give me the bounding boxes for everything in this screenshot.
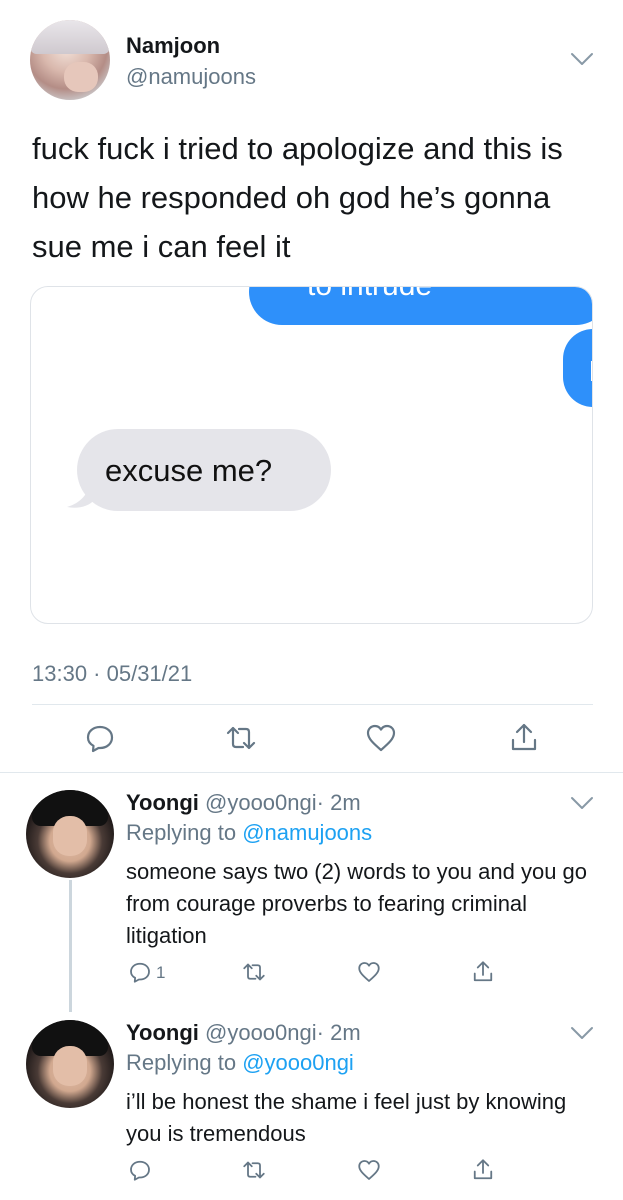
avatar[interactable] <box>26 790 114 878</box>
reply-handle-text: @yooo0ngi <box>205 790 317 815</box>
reply-author-name[interactable]: Yoongi <box>126 790 199 816</box>
reply-icon[interactable] <box>84 722 116 754</box>
divider <box>32 704 593 705</box>
avatar-hair <box>30 20 110 54</box>
chevron-down-icon[interactable] <box>570 50 594 68</box>
tweet-actions <box>0 722 623 762</box>
chevron-down-icon[interactable] <box>570 1024 594 1042</box>
reply-author-handle[interactable]: @yooo0ngi· 2m <box>205 1020 361 1046</box>
replying-to: Replying to @namujoons <box>126 820 372 846</box>
share-icon[interactable] <box>471 960 495 984</box>
reply-author-handle[interactable]: @yooo0ngi· 2m <box>205 790 361 816</box>
received-message-bubble: excuse me? <box>77 429 331 511</box>
reply-author-name[interactable]: Yoongi <box>126 1020 199 1046</box>
avatar[interactable] <box>30 20 110 100</box>
sent-message-text: to intrude <box>307 287 432 302</box>
reply-text: i’ll be honest the shame i feel just by … <box>126 1089 567 1146</box>
replying-to-label: Replying to <box>126 820 243 845</box>
replying-to-link[interactable]: @yooo0ngi <box>242 1050 354 1075</box>
replying-to-link[interactable]: @namujoons <box>242 820 372 845</box>
reply-handle-text: @yooo0ngi <box>205 1020 317 1045</box>
reply-count: 1 <box>156 963 166 982</box>
cursor-mark <box>591 361 592 381</box>
author-handle[interactable]: @namujoons <box>126 64 256 90</box>
like-icon[interactable] <box>357 960 381 984</box>
retweet-icon[interactable] <box>242 1158 266 1182</box>
like-icon[interactable] <box>357 1158 381 1182</box>
tweet-timestamp[interactable]: 13:30 · 05/31/21 <box>32 661 192 687</box>
share-icon[interactable] <box>508 722 540 754</box>
tweet-media-image[interactable]: to intrude excuse me? <box>30 286 593 624</box>
sent-message-bubble: to intrude <box>249 287 592 325</box>
retweet-icon[interactable] <box>225 722 257 754</box>
reply-time: · 2m <box>316 1020 361 1045</box>
received-message-text: excuse me? <box>105 453 273 488</box>
thread-line <box>69 880 72 1012</box>
reply-icon[interactable] <box>128 960 152 984</box>
replying-to: Replying to @yooo0ngi <box>126 1050 354 1076</box>
sent-message-bubble-partial <box>563 329 592 407</box>
share-icon[interactable] <box>471 1158 495 1182</box>
reply-text: someone says two (2) words to you and yo… <box>126 859 588 948</box>
avatar-face <box>53 816 87 856</box>
chevron-down-icon[interactable] <box>570 794 594 812</box>
reply-time: · 2m <box>316 790 361 815</box>
avatar-hand <box>64 62 98 92</box>
like-icon[interactable] <box>365 722 397 754</box>
retweet-icon[interactable] <box>242 960 266 984</box>
tweet-text: fuck fuck i tried to apologize and this … <box>32 131 563 264</box>
main-tweet: Namjoon @namujoons fuck fuck i tried to … <box>0 0 623 772</box>
section-divider <box>0 772 623 773</box>
replying-to-label: Replying to <box>126 1050 243 1075</box>
reply-icon[interactable] <box>128 1158 152 1182</box>
avatar[interactable] <box>26 1020 114 1108</box>
author-name[interactable]: Namjoon <box>126 33 220 59</box>
avatar-face <box>53 1046 87 1086</box>
